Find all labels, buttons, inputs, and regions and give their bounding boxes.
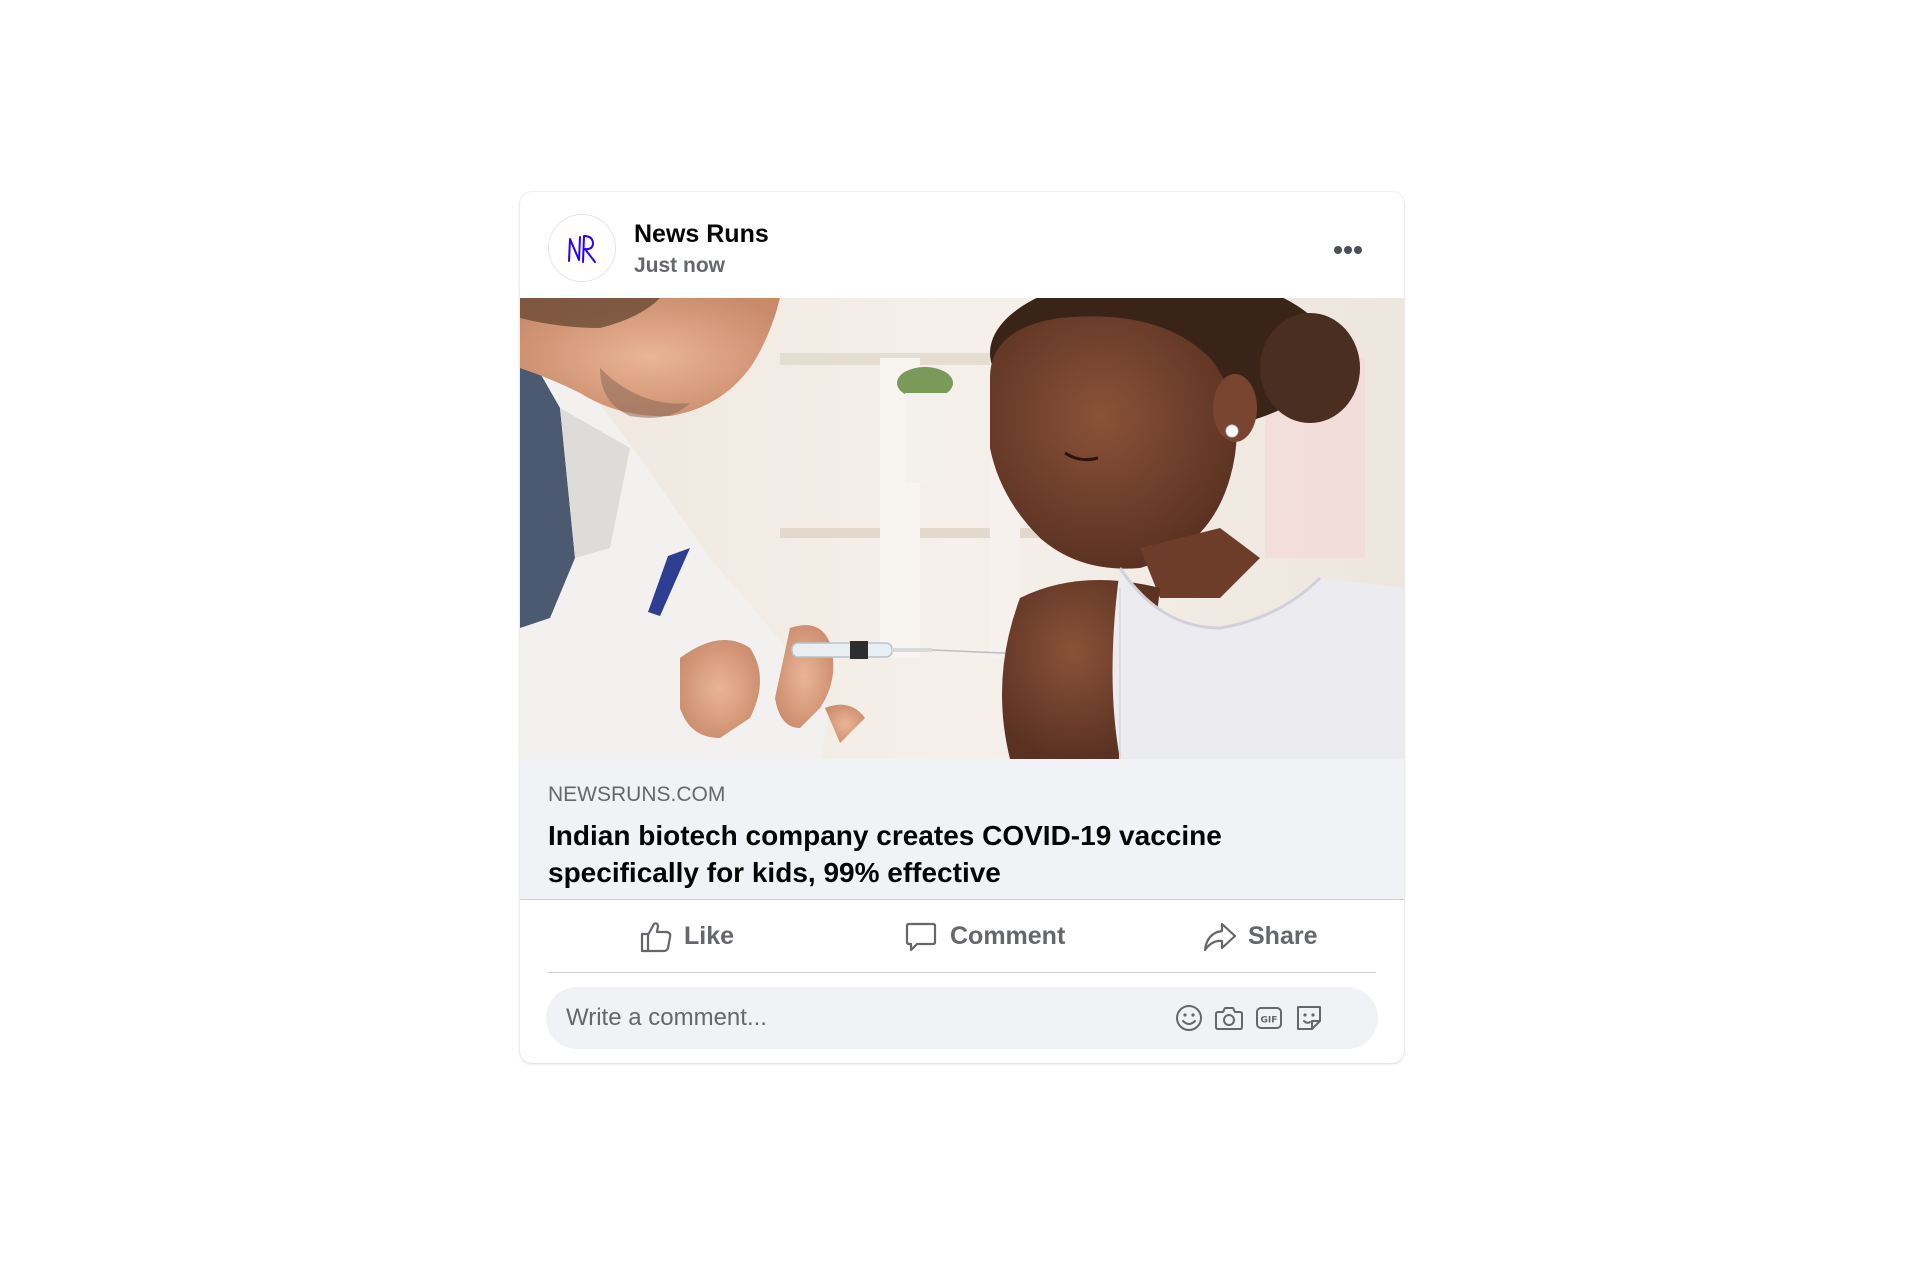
like-label: Like: [684, 922, 735, 950]
more-horizontal-icon: [1334, 246, 1362, 254]
comment-label: Comment: [950, 922, 1066, 950]
emoji-icon[interactable]: [1172, 1001, 1206, 1035]
like-button[interactable]: Like: [638, 908, 818, 964]
share-arrow-icon: [1203, 922, 1237, 952]
post-card: News Runs Just now NEWSRUNS.COM Indian b…: [520, 192, 1404, 1063]
link-preview[interactable]: NEWSRUNS.COM Indian biotech company crea…: [520, 759, 1404, 900]
more-options-button[interactable]: [1320, 222, 1376, 278]
link-domain: NEWSRUNS.COM: [548, 783, 726, 806]
action-bar: Like Comment Share: [548, 900, 1376, 973]
comment-box: GIF: [546, 987, 1378, 1049]
post-timestamp[interactable]: Just now: [634, 254, 725, 278]
post-image[interactable]: [520, 298, 1404, 759]
gif-icon[interactable]: GIF: [1252, 1001, 1286, 1035]
author-name[interactable]: News Runs: [634, 220, 769, 249]
speech-bubble-icon: [905, 922, 937, 952]
sticker-icon[interactable]: [1292, 1001, 1326, 1035]
share-label: Share: [1248, 922, 1318, 950]
avatar[interactable]: [548, 214, 616, 282]
post-header: News Runs Just now: [520, 192, 1404, 298]
vaccination-photo: [520, 298, 1404, 759]
svg-text:GIF: GIF: [1261, 1016, 1278, 1026]
link-title[interactable]: Indian biotech company creates COVID-19 …: [548, 817, 1368, 891]
share-button[interactable]: Share: [1202, 908, 1372, 964]
news-runs-logo: [568, 235, 596, 263]
thumbs-up-icon: [640, 922, 672, 953]
camera-icon[interactable]: [1212, 1001, 1246, 1035]
comment-input[interactable]: [566, 999, 1136, 1037]
comment-button[interactable]: Comment: [904, 908, 1134, 964]
